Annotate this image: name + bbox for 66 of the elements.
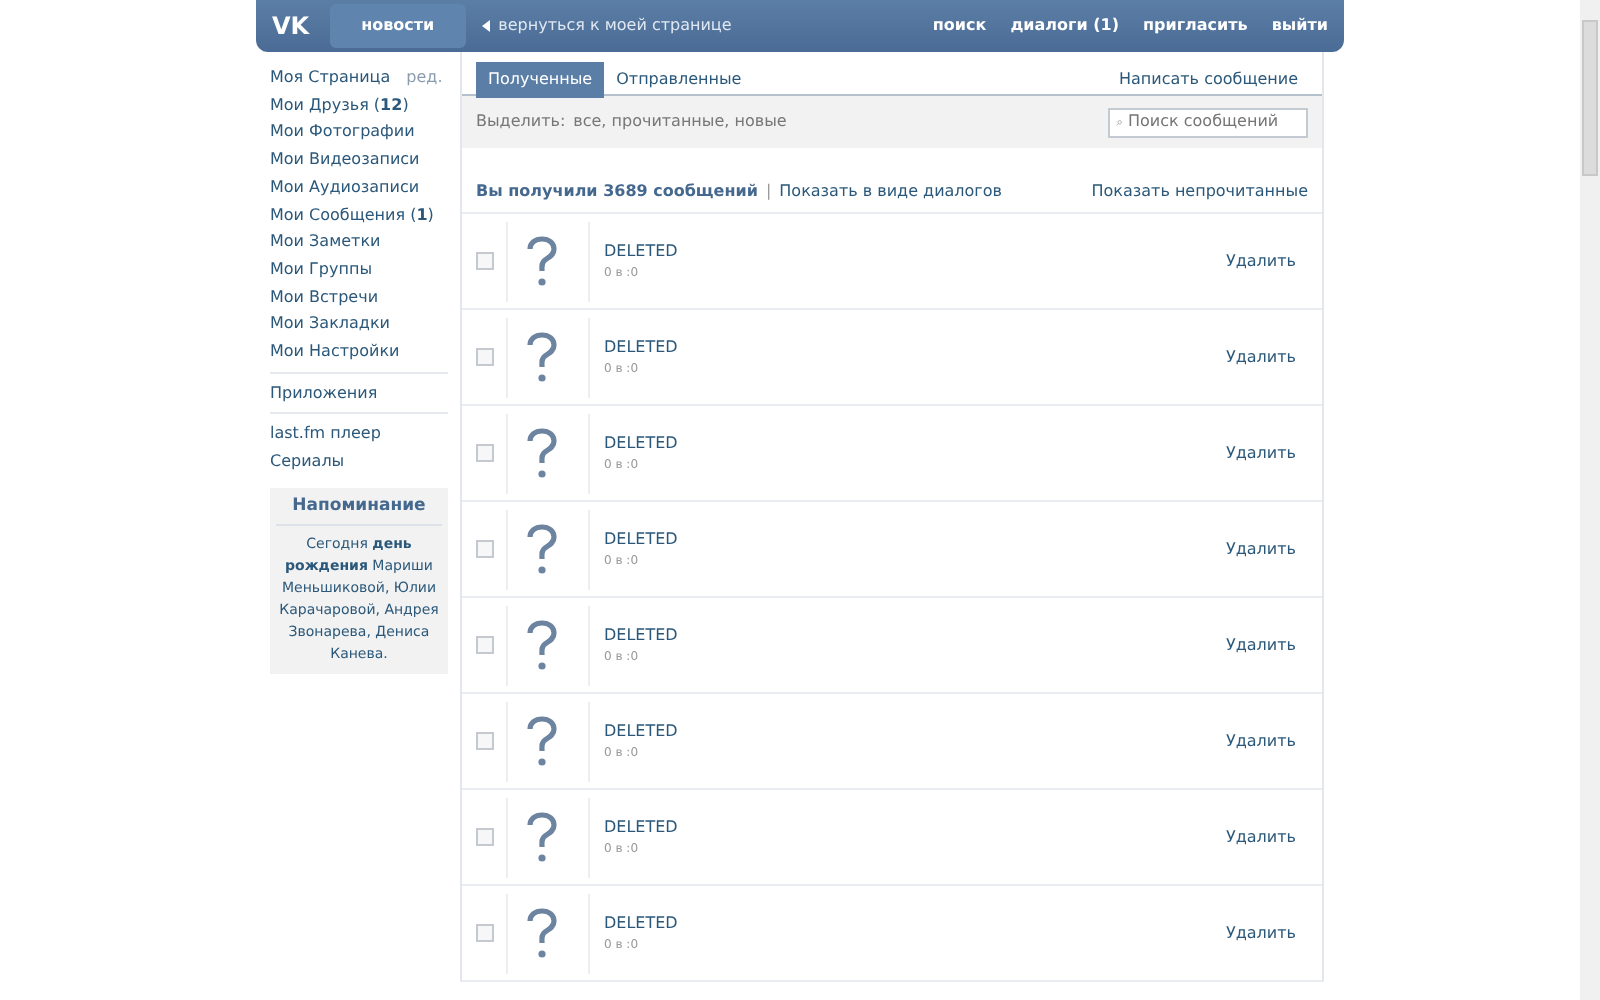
sidebar-item[interactable]: Мои Видеозаписи bbox=[270, 146, 448, 174]
separator: | bbox=[765, 180, 772, 204]
tab[interactable]: Полученные bbox=[476, 61, 605, 97]
sidebar-item[interactable]: Мои Группы bbox=[270, 255, 448, 284]
sidebar-item[interactable]: Мои Настройки bbox=[270, 338, 448, 366]
sender-name[interactable]: DELETED bbox=[604, 528, 678, 552]
question-mark-icon bbox=[525, 715, 557, 767]
unread-link[interactable]: Показать непрочитанные bbox=[1091, 180, 1308, 204]
logo[interactable]: VK bbox=[272, 8, 310, 44]
question-mark-icon bbox=[525, 523, 557, 575]
scrollbar[interactable] bbox=[1580, 0, 1600, 1000]
sidebar-item[interactable]: Приложения bbox=[270, 379, 448, 407]
checkbox[interactable] bbox=[476, 540, 494, 558]
sidebar-item[interactable]: last.fm плеер bbox=[270, 420, 448, 449]
compose-link[interactable]: Написать сообщение bbox=[1107, 61, 1310, 97]
delete-link[interactable]: Удалить bbox=[1226, 633, 1296, 657]
header-link[interactable]: поиск bbox=[932, 14, 987, 38]
delete-link[interactable]: Удалить bbox=[1226, 537, 1296, 561]
delete-link[interactable]: Удалить bbox=[1226, 345, 1296, 369]
sidebar-item[interactable]: Мои Фотографии bbox=[270, 118, 448, 147]
header-link[interactable]: диалоги (1) bbox=[1010, 14, 1119, 38]
checkbox[interactable] bbox=[476, 924, 494, 942]
checkbox[interactable] bbox=[476, 444, 494, 462]
sidebar-item[interactable]: Мои Сообщения (1) bbox=[270, 201, 448, 229]
sender-name[interactable]: DELETED bbox=[604, 624, 678, 648]
question-mark-icon bbox=[525, 811, 557, 863]
tab[interactable]: Отправленные bbox=[604, 61, 754, 97]
sidebar-item[interactable]: Мои Встречи bbox=[270, 283, 448, 311]
search-field[interactable]: Поиск сообщений bbox=[1108, 107, 1308, 137]
checkbox[interactable] bbox=[476, 348, 494, 366]
news-tab[interactable]: новости bbox=[329, 4, 467, 48]
header-link[interactable]: пригласить bbox=[1143, 14, 1248, 38]
delete-link[interactable]: Удалить bbox=[1226, 825, 1296, 849]
sender-name[interactable]: DELETED bbox=[604, 720, 678, 744]
question-mark-icon bbox=[525, 907, 557, 959]
scrollbar-thumb[interactable] bbox=[1582, 20, 1598, 176]
sender-name[interactable]: DELETED bbox=[604, 816, 678, 840]
sender-name[interactable]: DELETED bbox=[604, 336, 678, 360]
sidebar-item[interactable]: Моя Страница bbox=[270, 64, 391, 92]
filter-label: Выделить: bbox=[476, 110, 566, 134]
delete-link[interactable]: Удалить bbox=[1226, 249, 1296, 273]
checkbox[interactable] bbox=[476, 636, 494, 654]
sender-name[interactable]: DELETED bbox=[604, 912, 678, 936]
checkbox[interactable] bbox=[476, 252, 494, 270]
sidebar-item[interactable]: Мои Заметки bbox=[270, 228, 448, 256]
dialog-view-link[interactable]: Показать в виде диалогов bbox=[779, 180, 1002, 204]
sidebar-item[interactable]: Мои Аудиозаписи bbox=[270, 173, 448, 202]
question-mark-icon bbox=[525, 619, 557, 671]
filter-options[interactable]: все, прочитанные, новые bbox=[573, 110, 787, 134]
delete-link[interactable]: Удалить bbox=[1226, 921, 1296, 945]
delete-link[interactable]: Удалить bbox=[1226, 729, 1296, 753]
header-link[interactable]: выйти bbox=[1271, 14, 1328, 38]
triangle-left-icon bbox=[482, 20, 491, 32]
message-count: Вы получили 3689 сообщений bbox=[476, 180, 758, 204]
reminder-title: Напоминание bbox=[276, 495, 442, 526]
sidebar-item[interactable]: Сериалы bbox=[270, 448, 448, 476]
question-mark-icon bbox=[525, 235, 557, 287]
delete-link[interactable]: Удалить bbox=[1226, 441, 1296, 465]
checkbox[interactable] bbox=[476, 732, 494, 750]
checkbox[interactable] bbox=[476, 828, 494, 846]
sidebar-item[interactable]: Мои Друзья (12) bbox=[270, 91, 448, 119]
question-mark-icon bbox=[525, 427, 557, 479]
question-mark-icon bbox=[525, 331, 557, 383]
sender-name[interactable]: DELETED bbox=[604, 240, 678, 264]
sender-name[interactable]: DELETED bbox=[604, 432, 678, 456]
sidebar-item[interactable]: Мои Закладки bbox=[270, 310, 448, 339]
